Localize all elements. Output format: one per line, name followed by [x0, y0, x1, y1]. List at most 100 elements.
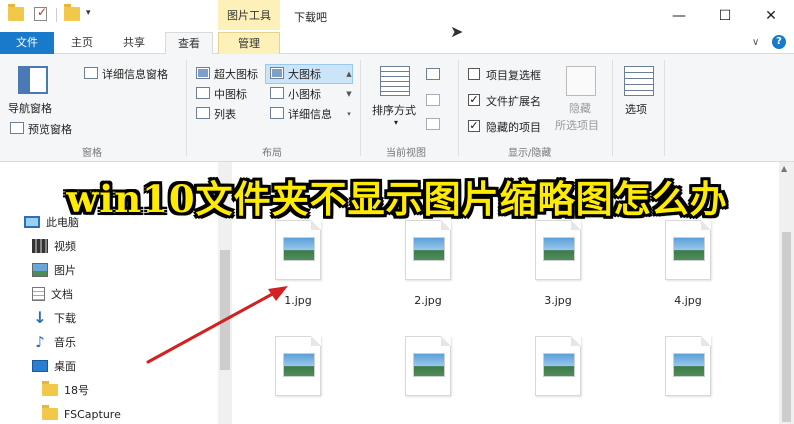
ribbon-divider	[360, 60, 361, 156]
tab-file[interactable]: 文件	[0, 32, 54, 54]
nav-item-music[interactable]: ♪ 音乐	[32, 332, 76, 352]
file-item[interactable]	[513, 336, 603, 424]
maximize-button[interactable]: ☐	[702, 4, 748, 28]
nav-item-documents[interactable]: 文档	[32, 284, 73, 304]
ribbon-tab-row: 文件 主页 共享 查看 管理	[0, 32, 794, 55]
file-item[interactable]: 3.jpg	[513, 220, 603, 320]
nav-item-pictures[interactable]: 图片	[32, 260, 76, 280]
layout-list[interactable]: 列表	[214, 106, 236, 122]
sort-by-button[interactable]: 排序方式	[372, 102, 416, 118]
picture-tools-label: 图片工具	[227, 9, 271, 22]
layout-group-label: 布局	[262, 148, 282, 159]
nav-item-label: 视频	[54, 240, 76, 253]
sort-by-dropdown-icon[interactable]: ▾	[394, 118, 398, 127]
layout-extra-large-icons[interactable]: 超大图标	[214, 66, 258, 82]
file-extensions-label: 文件扩展名	[486, 95, 541, 108]
minimize-button[interactable]: —	[656, 4, 702, 28]
nav-item-label: 音乐	[54, 336, 76, 349]
ribbon-divider	[664, 60, 665, 156]
properties-icon[interactable]	[34, 5, 47, 21]
layout-large-icons[interactable]: 大图标	[288, 66, 321, 82]
small-icons-icon	[270, 87, 284, 99]
nav-scrollbar-thumb[interactable]	[220, 250, 230, 370]
options-icon	[624, 66, 654, 96]
nav-item-label: 下载	[54, 312, 76, 325]
file-item[interactable]	[253, 336, 343, 424]
navigation-pane-button[interactable]: 导航窗格	[8, 100, 52, 116]
group-by-icon[interactable]	[426, 68, 440, 80]
preview-pane-icon	[10, 122, 24, 134]
hidden-items-checkbox[interactable]: ✓	[468, 120, 480, 132]
image-file-icon	[535, 336, 581, 396]
image-file-icon	[665, 336, 711, 396]
file-item[interactable]	[383, 336, 473, 424]
music-note-icon: ♪	[35, 333, 45, 351]
layout-details[interactable]: 详细信息	[288, 106, 332, 122]
pane-group-label: 窗格	[82, 148, 102, 159]
image-file-icon	[275, 336, 321, 396]
hide-selected-icon	[566, 66, 596, 96]
nav-item-folder-18[interactable]: 18号	[42, 380, 89, 400]
download-arrow-icon: ↓	[33, 308, 47, 327]
navigation-pane-icon	[18, 66, 48, 94]
tab-manage[interactable]: 管理	[218, 32, 280, 54]
close-button[interactable]: ✕	[748, 4, 794, 28]
file-name: 2.jpg	[414, 294, 442, 307]
folder-icon	[42, 405, 58, 420]
title-banner: win10文件夹不显示图片缩略图怎么办	[12, 168, 782, 224]
details-pane-button[interactable]: 详细信息窗格	[102, 66, 168, 82]
tab-view[interactable]: 查看	[165, 32, 213, 55]
folder-icon[interactable]	[8, 4, 24, 21]
nav-item-downloads[interactable]: ↓ 下载	[32, 308, 76, 328]
nav-item-label: 18号	[64, 384, 89, 397]
file-item[interactable]	[643, 336, 733, 424]
new-folder-icon[interactable]	[64, 4, 80, 21]
quick-access-dropdown-icon[interactable]: ▾	[86, 8, 91, 18]
nav-item-desktop[interactable]: 桌面	[32, 356, 76, 376]
picture-tools-header: 图片工具	[218, 0, 280, 30]
preview-pane-button[interactable]: 预览窗格	[28, 121, 72, 137]
current-view-group-label: 当前视图	[386, 148, 426, 159]
file-item[interactable]: 4.jpg	[643, 220, 733, 320]
desktop-icon	[32, 360, 48, 372]
image-file-icon	[405, 220, 451, 280]
add-columns-icon[interactable]	[426, 94, 440, 106]
file-item[interactable]: 2.jpg	[383, 220, 473, 320]
help-icon[interactable]: ?	[772, 35, 786, 49]
ribbon-divider	[186, 60, 187, 156]
layout-medium-icons[interactable]: 中图标	[214, 86, 247, 102]
nav-item-videos[interactable]: 视频	[32, 236, 76, 256]
details-pane-icon	[84, 67, 98, 79]
file-name: 1.jpg	[284, 294, 312, 307]
file-extensions-checkbox[interactable]: ✓	[468, 94, 480, 106]
ribbon-expand-icon[interactable]: ∨	[752, 37, 759, 48]
tab-home[interactable]: 主页	[62, 32, 102, 54]
file-item[interactable]: 1.jpg	[253, 220, 343, 320]
sort-by-icon	[380, 66, 410, 96]
layout-small-icons[interactable]: 小图标	[288, 86, 321, 102]
show-hide-group-label: 显示/隐藏	[508, 148, 552, 159]
file-name: 4.jpg	[674, 294, 702, 307]
size-columns-icon[interactable]	[426, 118, 440, 130]
tab-share[interactable]: 共享	[112, 32, 156, 54]
image-file-icon	[535, 220, 581, 280]
options-button[interactable]: 选项	[625, 101, 647, 117]
image-file-icon	[405, 336, 451, 396]
documents-folder-icon	[32, 287, 45, 301]
item-checkboxes-label: 项目复选框	[486, 69, 541, 82]
hide-selected-label-line2[interactable]: 所选项目	[555, 117, 599, 133]
content-scrollbar-thumb[interactable]	[782, 232, 791, 422]
hide-selected-label-line1[interactable]: 隐藏	[569, 100, 591, 116]
medium-icons-icon	[196, 87, 210, 99]
file-name: 3.jpg	[544, 294, 572, 307]
list-icon	[196, 107, 210, 119]
image-file-icon	[665, 220, 711, 280]
nav-item-label: 图片	[54, 264, 76, 277]
item-checkboxes-checkbox[interactable]	[468, 68, 480, 80]
video-folder-icon	[32, 239, 48, 253]
folder-icon	[42, 381, 58, 396]
layout-scroll-icon[interactable]: ▲ ▼ ▾	[344, 64, 354, 124]
nav-item-fscapture[interactable]: FSCapture	[42, 404, 121, 424]
toolbar-divider	[56, 8, 57, 22]
mouse-cursor-icon: ➤	[450, 22, 464, 41]
